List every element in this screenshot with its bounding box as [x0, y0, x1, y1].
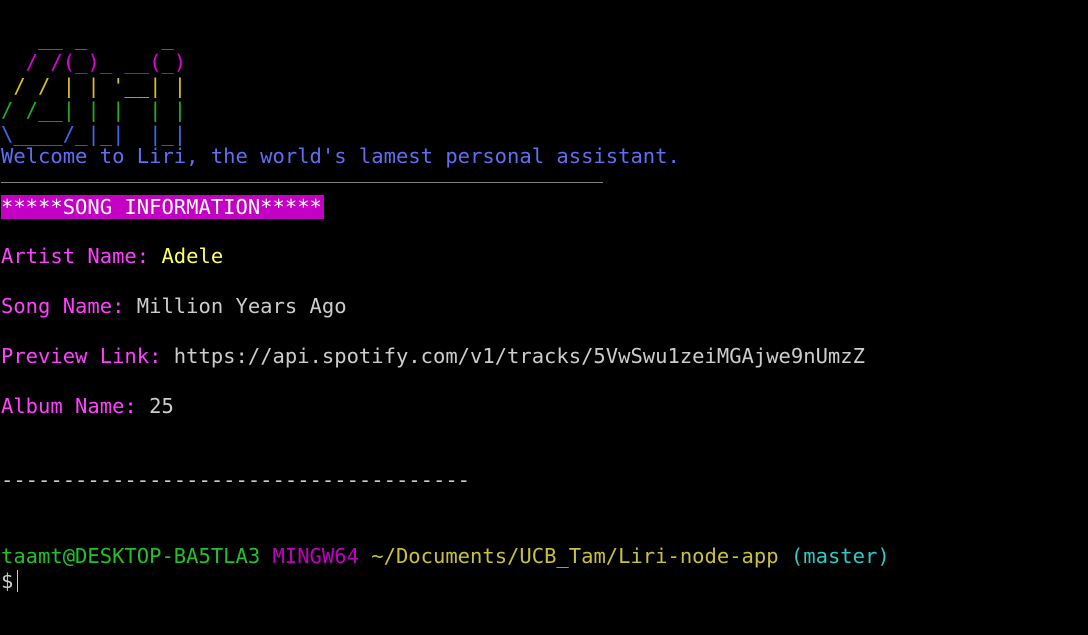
welcome-message: Welcome to Liri, the world's lamest pers…	[1, 144, 680, 168]
song-name-row: Song Name: Million Years Ago	[1, 294, 347, 319]
song-info-header: *****SONG INFORMATION*****	[1, 195, 324, 219]
prompt-system: MINGW64	[272, 544, 359, 568]
artist-name-label: Artist Name:	[1, 244, 162, 268]
song-info-header-line: *****SONG INFORMATION*****	[1, 195, 324, 220]
dash-separator: --------------------------------------	[1, 468, 470, 492]
artist-name-value: Adele	[161, 244, 224, 268]
prompt-git-branch: (master)	[790, 544, 890, 568]
artist-name-row: Artist Name: Adele	[1, 244, 223, 269]
prompt-user-host: taamt@DESKTOP-BA5TLA3	[1, 544, 261, 568]
song-name-label: Song Name:	[1, 294, 137, 318]
preview-link-value[interactable]: https://api.spotify.com/v1/tracks/5VwSwu…	[174, 344, 865, 368]
liri-ascii-logo: __ _ _ / /(_)_ __(_) / / | | '__| | / /__…	[1, 26, 186, 146]
album-name-label: Album Name:	[1, 394, 150, 418]
shell-prompt-line: taamt@DESKTOP-BA5TLA3 MINGW64 ~/Document…	[1, 544, 890, 569]
song-name-value: Million Years Ago	[136, 294, 347, 318]
preview-link-label: Preview Link:	[1, 344, 174, 368]
preview-link-row: Preview Link: https://api.spotify.com/v1…	[1, 344, 865, 369]
album-name-row: Album Name: 25	[1, 394, 174, 419]
ascii-line-3: / / | | '__| |	[1, 74, 187, 98]
ascii-line-4: / /__| | | | |	[1, 98, 187, 122]
album-name-value: 25	[149, 394, 174, 418]
text-cursor[interactable]	[17, 570, 19, 592]
ascii-line-2: / /(_)_ __(_)	[1, 50, 187, 74]
divider-line	[1, 182, 603, 183]
ascii-line-1: __ _ _	[1, 26, 174, 50]
prompt-path: ~/Documents/UCB_Tam/Liri-node-app	[371, 544, 779, 568]
prompt-symbol: $	[1, 569, 14, 593]
terminal-window[interactable]: __ _ _ / /(_)_ __(_) / / | | '__| | / /__…	[0, 0, 1088, 635]
command-input-line[interactable]: $	[1, 569, 19, 594]
ascii-line-5: \____/_|_| |_|	[1, 122, 187, 146]
